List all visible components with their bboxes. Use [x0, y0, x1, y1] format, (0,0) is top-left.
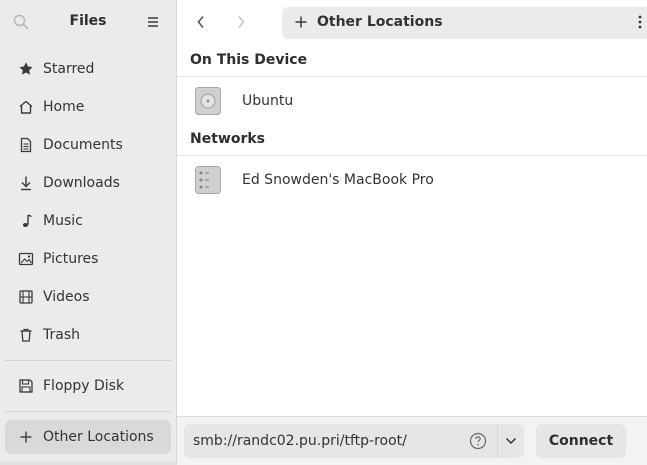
menu-icon[interactable]: [146, 15, 160, 29]
location-label: Ubuntu: [242, 93, 294, 109]
connect-bar: Connect: [177, 416, 647, 465]
sidebar-item-label: Videos: [43, 289, 90, 305]
sidebar-item-documents[interactable]: Documents: [5, 128, 171, 162]
trash-icon: [17, 326, 35, 344]
chevron-down-icon: [505, 437, 517, 445]
sidebar-item-starred[interactable]: Starred: [5, 52, 171, 86]
sidebar-item-trash[interactable]: Trash: [5, 318, 171, 352]
section-divider: [177, 155, 647, 156]
floppy-icon: [17, 377, 35, 395]
download-icon: [17, 174, 35, 192]
location-label: Other Locations: [317, 14, 443, 30]
sidebar-item-label: Other Locations: [43, 429, 154, 445]
sidebar-item-label: Starred: [43, 61, 95, 77]
back-button[interactable]: [191, 12, 211, 32]
recent-servers-dropdown[interactable]: [498, 424, 524, 458]
plus-icon: [17, 428, 35, 446]
main-content: Other Locations On This Device Ubuntu Ne…: [177, 0, 647, 465]
music-note-icon: [17, 212, 35, 230]
film-icon: [17, 288, 35, 306]
server-address-input[interactable]: [184, 424, 464, 458]
network-server-icon: [195, 166, 221, 194]
plus-icon: [295, 16, 307, 28]
location-bar[interactable]: Other Locations: [282, 7, 647, 39]
header-bar: Other Locations: [177, 0, 647, 44]
sidebar-item-other-locations[interactable]: Other Locations: [5, 420, 171, 454]
sidebar-item-label: Downloads: [43, 175, 120, 191]
sidebar-item-music[interactable]: Music: [5, 204, 171, 238]
sidebar-header: Files: [0, 0, 176, 44]
sidebar-item-pictures[interactable]: Pictures: [5, 242, 171, 276]
picture-icon: [17, 250, 35, 268]
server-address-box: [184, 424, 524, 458]
sidebar: Files Starred Home Documents Downloads M…: [0, 0, 177, 465]
document-icon: [17, 136, 35, 154]
chevron-right-icon: [238, 15, 245, 29]
sidebar-item-videos[interactable]: Videos: [5, 280, 171, 314]
forward-button[interactable]: [231, 12, 251, 32]
sidebar-item-label: Documents: [43, 137, 123, 153]
sidebar-divider: [5, 411, 171, 412]
sidebar-item-label: Pictures: [43, 251, 99, 267]
sidebar-item-downloads[interactable]: Downloads: [5, 166, 171, 200]
sidebar-item-label: Music: [43, 213, 83, 229]
sidebar-item-label: Home: [43, 99, 85, 115]
location-row-macbook-pro[interactable]: Ed Snowden's MacBook Pro: [177, 158, 647, 202]
sidebar-item-floppy-disk[interactable]: Floppy Disk: [5, 369, 171, 403]
chevron-left-icon: [197, 15, 204, 29]
home-icon: [17, 98, 35, 116]
help-icon[interactable]: [469, 432, 487, 450]
location-row-ubuntu[interactable]: Ubuntu: [177, 79, 647, 123]
sidebar-item-home[interactable]: Home: [5, 90, 171, 124]
sidebar-divider: [5, 360, 171, 361]
section-title-on-this-device: On This Device: [190, 52, 308, 68]
more-options-icon[interactable]: [637, 14, 643, 30]
section-divider: [177, 76, 647, 77]
section-title-networks: Networks: [190, 131, 266, 147]
star-icon: [17, 60, 35, 78]
sidebar-item-label: Floppy Disk: [43, 378, 125, 394]
sidebar-item-label: Trash: [43, 327, 80, 343]
location-label: Ed Snowden's MacBook Pro: [242, 172, 434, 188]
connect-button[interactable]: Connect: [536, 424, 626, 458]
hard-drive-icon: [195, 87, 221, 115]
